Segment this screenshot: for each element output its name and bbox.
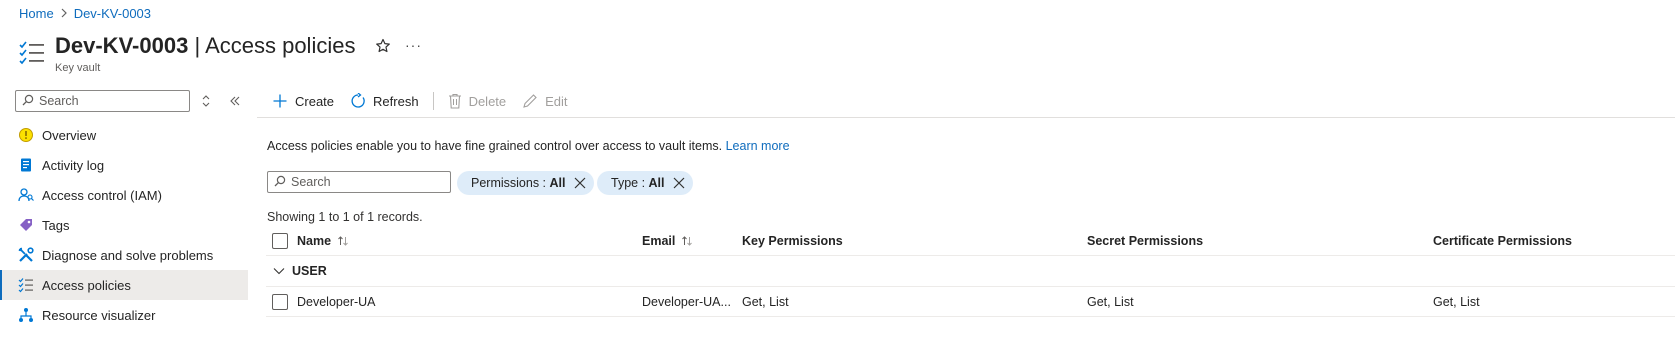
sidebar-item-label: Access policies [42, 277, 131, 293]
iam-icon [18, 188, 34, 202]
trash-icon [448, 93, 461, 109]
sidebar-item-label: Activity log [42, 157, 105, 173]
column-header-secret-permissions: Secret Permissions [1087, 233, 1204, 248]
record-count: Showing 1 to 1 of 1 records. [267, 210, 423, 224]
cell-email: Developer-UA... [642, 294, 731, 309]
toolbar-divider [432, 92, 434, 110]
refresh-button[interactable]: Refresh [344, 86, 429, 116]
sidebar-item-overview[interactable]: Overview [0, 120, 248, 150]
collapse-sidebar-icon[interactable] [228, 94, 242, 108]
table-header-row: Name Email Key Permissions Secret Permis… [266, 226, 1675, 256]
access-policies-icon [18, 278, 33, 293]
more-options-icon[interactable]: ··· [405, 37, 422, 53]
sort-icon [682, 235, 693, 246]
activity-log-icon [21, 158, 31, 172]
search-icon [22, 94, 34, 109]
edit-button[interactable]: Edit [516, 86, 577, 116]
cell-key-permissions: Get, List [742, 294, 789, 309]
delete-button[interactable]: Delete [442, 86, 517, 116]
cell-name: Developer-UA [297, 294, 376, 309]
sidebar-nav: Overview Activity log Access control (IA… [0, 120, 248, 330]
permissions-filter-pill[interactable]: Permissions : All [457, 171, 594, 195]
sidebar-search-box[interactable] [15, 90, 190, 112]
row-checkbox[interactable] [272, 293, 288, 310]
cell-certificate-permissions: Get, List [1433, 294, 1480, 309]
create-button-label: Create [295, 93, 335, 109]
select-all-checkbox[interactable] [272, 232, 288, 249]
permissions-filter-text: Permissions : All [471, 176, 566, 190]
sidebar-item-access-control[interactable]: Access control (IAM) [0, 180, 248, 210]
type-filter-value: All [648, 176, 665, 190]
page-title-resource: Dev-KV-0003 [55, 33, 189, 58]
permissions-filter-value: All [549, 176, 566, 190]
create-button[interactable]: Create [266, 86, 344, 116]
sidebar-item-label: Resource visualizer [42, 307, 156, 323]
type-filter-pill[interactable]: Type : All [597, 171, 693, 195]
access-policies-table: Name Email Key Permissions Secret Permis… [266, 226, 1675, 317]
refresh-icon [351, 93, 365, 108]
plus-icon [273, 94, 287, 108]
page-description: Access policies enable you to have fine … [267, 139, 790, 153]
refresh-button-label: Refresh [373, 93, 419, 109]
learn-more-link[interactable]: Learn more [726, 139, 790, 153]
column-header-key-permissions: Key Permissions [742, 233, 843, 248]
close-icon[interactable] [673, 177, 685, 189]
table-row[interactable]: Developer-UA Developer-UA... Get, List G… [266, 287, 1675, 317]
close-icon[interactable] [574, 177, 586, 189]
sidebar-item-resource-visualizer[interactable]: Resource visualizer [0, 300, 248, 330]
sidebar-item-tags[interactable]: Tags [0, 210, 248, 240]
toolbar-divider-line [257, 117, 1675, 118]
column-header-email[interactable]: Email [642, 234, 693, 248]
type-filter-label: Type : [611, 176, 646, 190]
group-toggle[interactable]: USER [272, 264, 327, 278]
sidebar-item-access-policies[interactable]: Access policies [0, 270, 248, 300]
overview-icon [19, 128, 33, 142]
search-icon [274, 175, 286, 190]
breadcrumb-home-link[interactable]: Home [19, 6, 54, 21]
page-title-section: Access policies [205, 33, 356, 58]
type-filter-text: Type : All [611, 176, 665, 190]
page-title: Dev-KV-0003 | Access policies [55, 33, 355, 59]
cell-secret-permissions: Get, List [1087, 294, 1134, 309]
group-row-user[interactable]: USER [266, 256, 1675, 287]
sidebar-search-input[interactable] [39, 94, 179, 108]
policy-search-input[interactable] [291, 175, 441, 189]
tag-icon [20, 219, 32, 231]
description-text: Access policies enable you to have fine … [267, 139, 723, 153]
breadcrumb-current-link[interactable]: Dev-KV-0003 [74, 6, 151, 21]
sidebar-item-label: Access control (IAM) [42, 187, 162, 203]
sidebar-item-label: Diagnose and solve problems [42, 247, 214, 263]
sidebar-item-activity-log[interactable]: Activity log [0, 150, 248, 180]
column-header-name[interactable]: Name [297, 234, 349, 248]
pencil-icon [523, 94, 537, 108]
chevron-right-icon [60, 7, 68, 21]
breadcrumb: Home Dev-KV-0003 [19, 6, 151, 21]
delete-button-label: Delete [468, 93, 507, 109]
sidebar-item-diagnose[interactable]: Diagnose and solve problems [0, 240, 248, 270]
sidebar-item-label: Overview [42, 127, 97, 143]
edit-button-label: Edit [545, 93, 568, 109]
access-policies-icon [18, 40, 46, 68]
page-subtitle: Key vault [55, 62, 101, 74]
command-bar: Create Refresh Delete Edit [266, 86, 578, 116]
sort-icon [338, 235, 348, 246]
column-header-certificate-permissions: Certificate Permissions [1433, 233, 1572, 248]
policy-search-box[interactable] [267, 171, 451, 193]
sidebar-item-label: Tags [42, 217, 70, 233]
chevron-down-icon [273, 268, 285, 275]
group-label: USER [292, 264, 327, 278]
expand-collapse-icon[interactable] [200, 94, 212, 108]
visualizer-icon [19, 308, 33, 322]
wrench-icon [18, 247, 34, 262]
page-title-separator: | [194, 33, 201, 58]
star-icon[interactable] [374, 37, 392, 55]
permissions-filter-label: Permissions : [471, 176, 547, 190]
